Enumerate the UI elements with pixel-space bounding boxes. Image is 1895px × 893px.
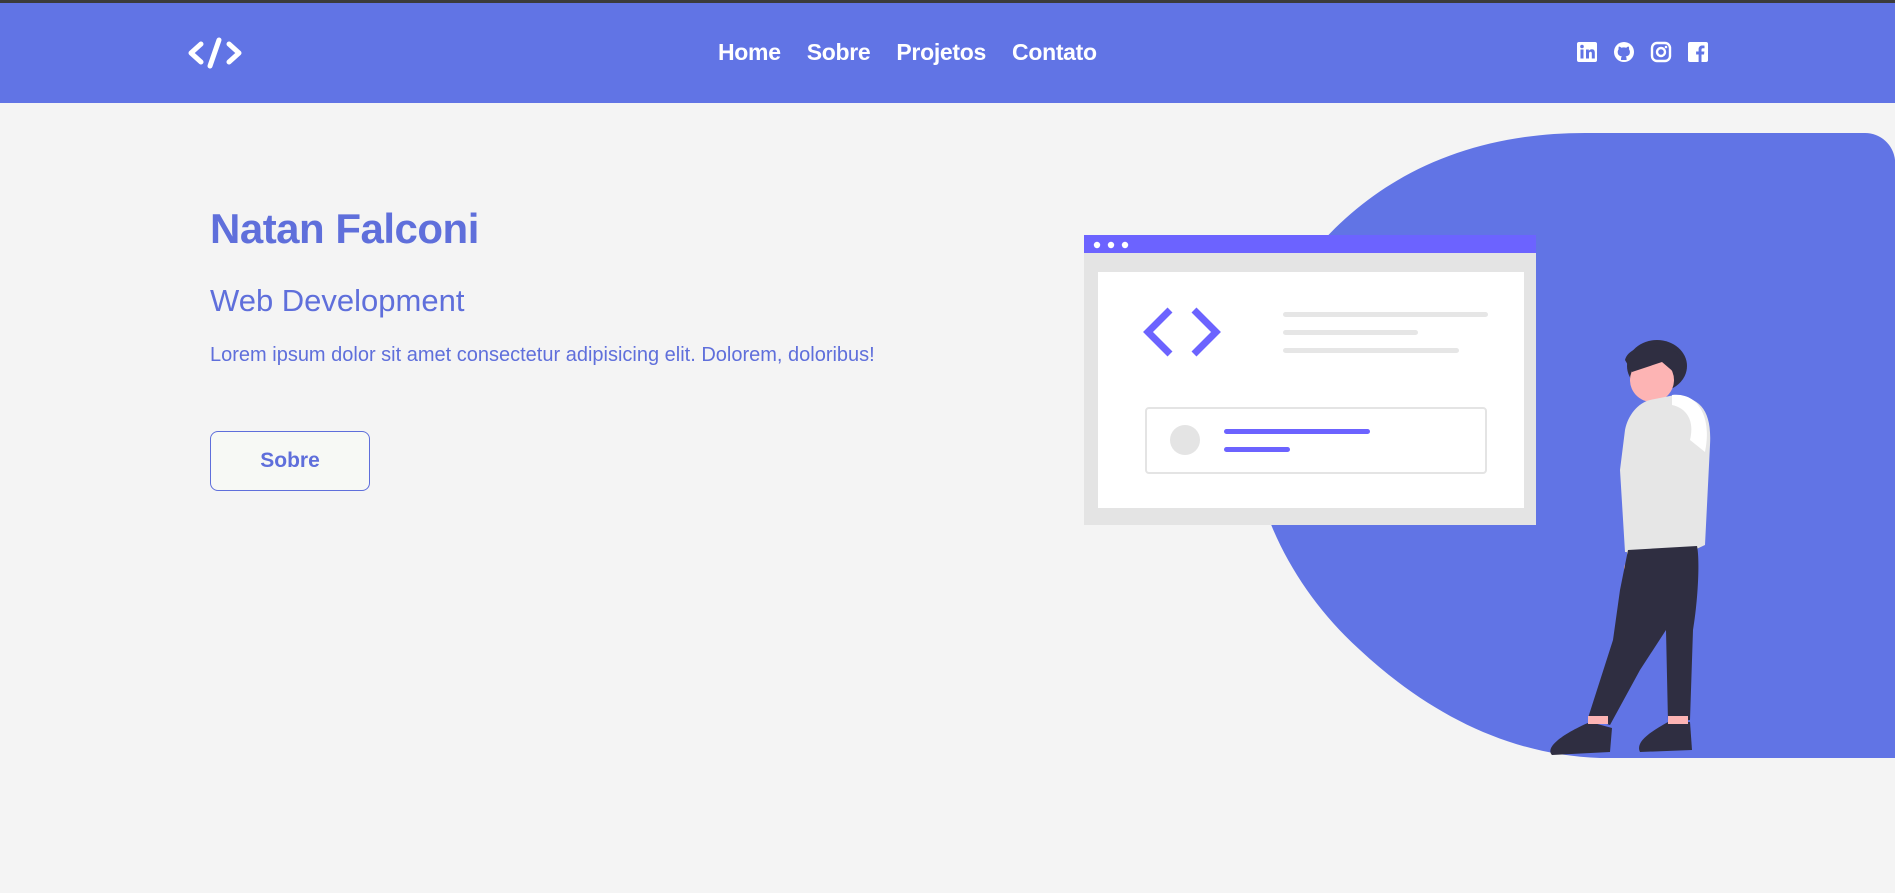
nav-sobre[interactable]: Sobre [807, 39, 871, 66]
nav-home[interactable]: Home [718, 39, 781, 66]
code-brackets-icon[interactable] [186, 33, 244, 73]
nav-contato[interactable]: Contato [1012, 39, 1097, 66]
browser-window-graphic [1084, 235, 1536, 525]
social-links [1576, 41, 1709, 63]
person-figure [1550, 340, 1711, 755]
sobre-button[interactable]: Sobre [210, 431, 370, 491]
hero-title: Natan Falconi [210, 205, 479, 252]
blue-blob-shape [1248, 132, 1895, 758]
linkedin-icon[interactable] [1576, 41, 1598, 63]
main-nav: Home Sobre Projetos Contato [718, 39, 1097, 66]
nav-projetos[interactable]: Projetos [896, 39, 986, 66]
hero-subtitle: Web Development [210, 283, 465, 318]
instagram-icon[interactable] [1650, 41, 1672, 63]
site-header: Home Sobre Projetos Contato [0, 3, 1895, 103]
github-icon[interactable] [1613, 41, 1635, 63]
facebook-icon[interactable] [1687, 41, 1709, 63]
hero-description: Lorem ipsum dolor sit amet consectetur a… [210, 344, 875, 366]
